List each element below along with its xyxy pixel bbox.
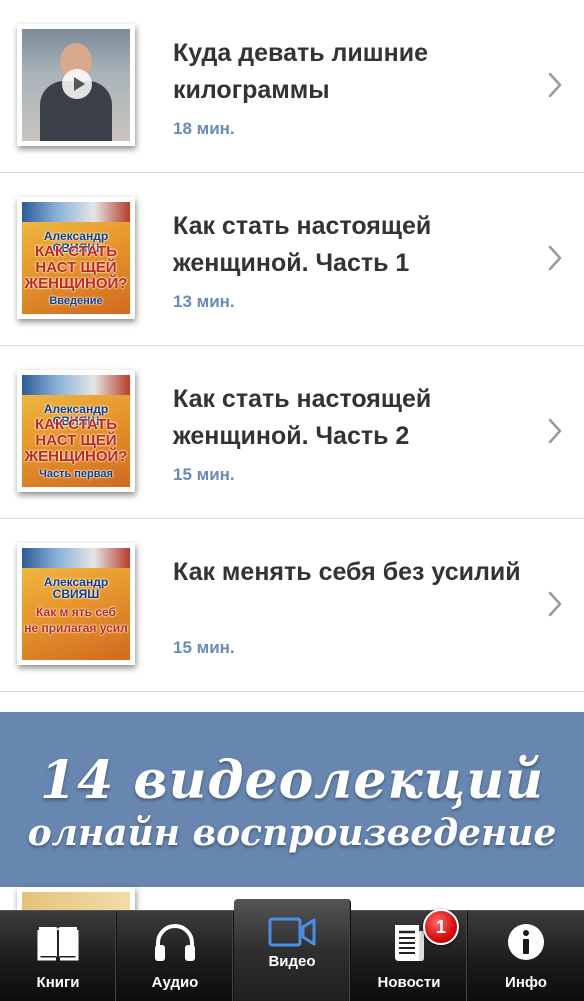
cover-line: КАК СТАТЬ <box>34 243 118 260</box>
video-title: Как стать настоящей женщиной. Часть 2 <box>173 385 432 450</box>
tab-video[interactable]: Видео <box>234 899 351 1001</box>
tab-label: Инфо <box>505 974 547 991</box>
play-icon <box>62 69 92 99</box>
video-title: Как менять себя без усилий <box>173 558 521 586</box>
tab-label: Новости <box>377 974 441 991</box>
cover-line: НАСТ ЩЕЙ <box>35 432 117 449</box>
cover-line: Введение <box>49 295 103 307</box>
tab-bar: Книги Аудио Видео 1 Новости Инфо <box>0 899 584 1001</box>
video-duration: 18 мин. <box>173 119 235 138</box>
video-list-item[interactable]: Александр СВИЯШ КАК СТАТЬ НАСТ ЩЕЙ ЖЕНЩИ… <box>0 346 584 519</box>
video-list-item[interactable]: Куда девать лишние килограммы 18 мин. <box>0 0 584 173</box>
cover-line: НАСТ ЩЕЙ <box>35 259 117 276</box>
video-duration: 15 мин. <box>173 638 235 657</box>
banner-subtitle: олнайн воспроизведение <box>27 812 557 854</box>
video-thumbnail <box>17 24 135 146</box>
book-icon <box>37 927 79 961</box>
cover-line: ЖЕНЩИНОЙ? <box>24 448 128 465</box>
video-camera-icon <box>268 917 316 947</box>
video-title: Как стать настоящей женщиной. Часть 1 <box>173 212 432 277</box>
chevron-right-icon <box>548 245 562 271</box>
banner-title: 14 видеолекций <box>39 750 545 811</box>
tab-label: Книги <box>36 974 80 991</box>
promo-banner: 14 видеолекций олнайн воспроизведение <box>0 712 584 887</box>
cover-line: Как м ять себ <box>36 605 116 619</box>
video-list-item[interactable]: Александр СВИЯШ КАК СТАТЬ НАСТ ЩЕЙ ЖЕНЩИ… <box>0 173 584 346</box>
video-thumbnail: Александр СВИЯШ КАК СТАТЬ НАСТ ЩЕЙ ЖЕНЩИ… <box>17 197 135 319</box>
video-duration: 13 мин. <box>173 292 235 311</box>
video-thumbnail: Александр СВИЯШ КАК СТАТЬ НАСТ ЩЕЙ ЖЕНЩИ… <box>17 370 135 492</box>
headphones-icon <box>155 924 195 961</box>
cover-line: не прилагая усил <box>24 621 128 635</box>
tab-news[interactable]: 1 Новости <box>351 909 468 1001</box>
video-list-item[interactable]: Александр СВИЯШ Как м ять себ не прилага… <box>0 519 584 692</box>
cover-line: КАК СТАТЬ <box>34 416 118 433</box>
chevron-right-icon <box>548 591 562 617</box>
video-thumbnail: Александр СВИЯШ Как м ять себ не прилага… <box>17 543 135 665</box>
notification-badge: 1 <box>423 909 459 945</box>
cover-line: ЖЕНЩИНОЙ? <box>24 275 128 292</box>
tab-audio[interactable]: Аудио <box>117 911 234 1001</box>
chevron-right-icon <box>548 418 562 444</box>
tab-label: Видео <box>268 953 316 970</box>
tab-info[interactable]: Инфо <box>468 911 584 1001</box>
tab-books[interactable]: Книги <box>0 911 117 1001</box>
video-duration: 15 мин. <box>173 465 235 484</box>
chevron-right-icon <box>548 72 562 98</box>
video-title: Куда девать лишние килограммы <box>173 39 428 104</box>
tab-label: Аудио <box>151 974 199 991</box>
cover-author: Александр СВИЯШ <box>43 575 109 601</box>
info-icon <box>508 924 544 960</box>
cover-line: Часть первая <box>39 468 113 480</box>
